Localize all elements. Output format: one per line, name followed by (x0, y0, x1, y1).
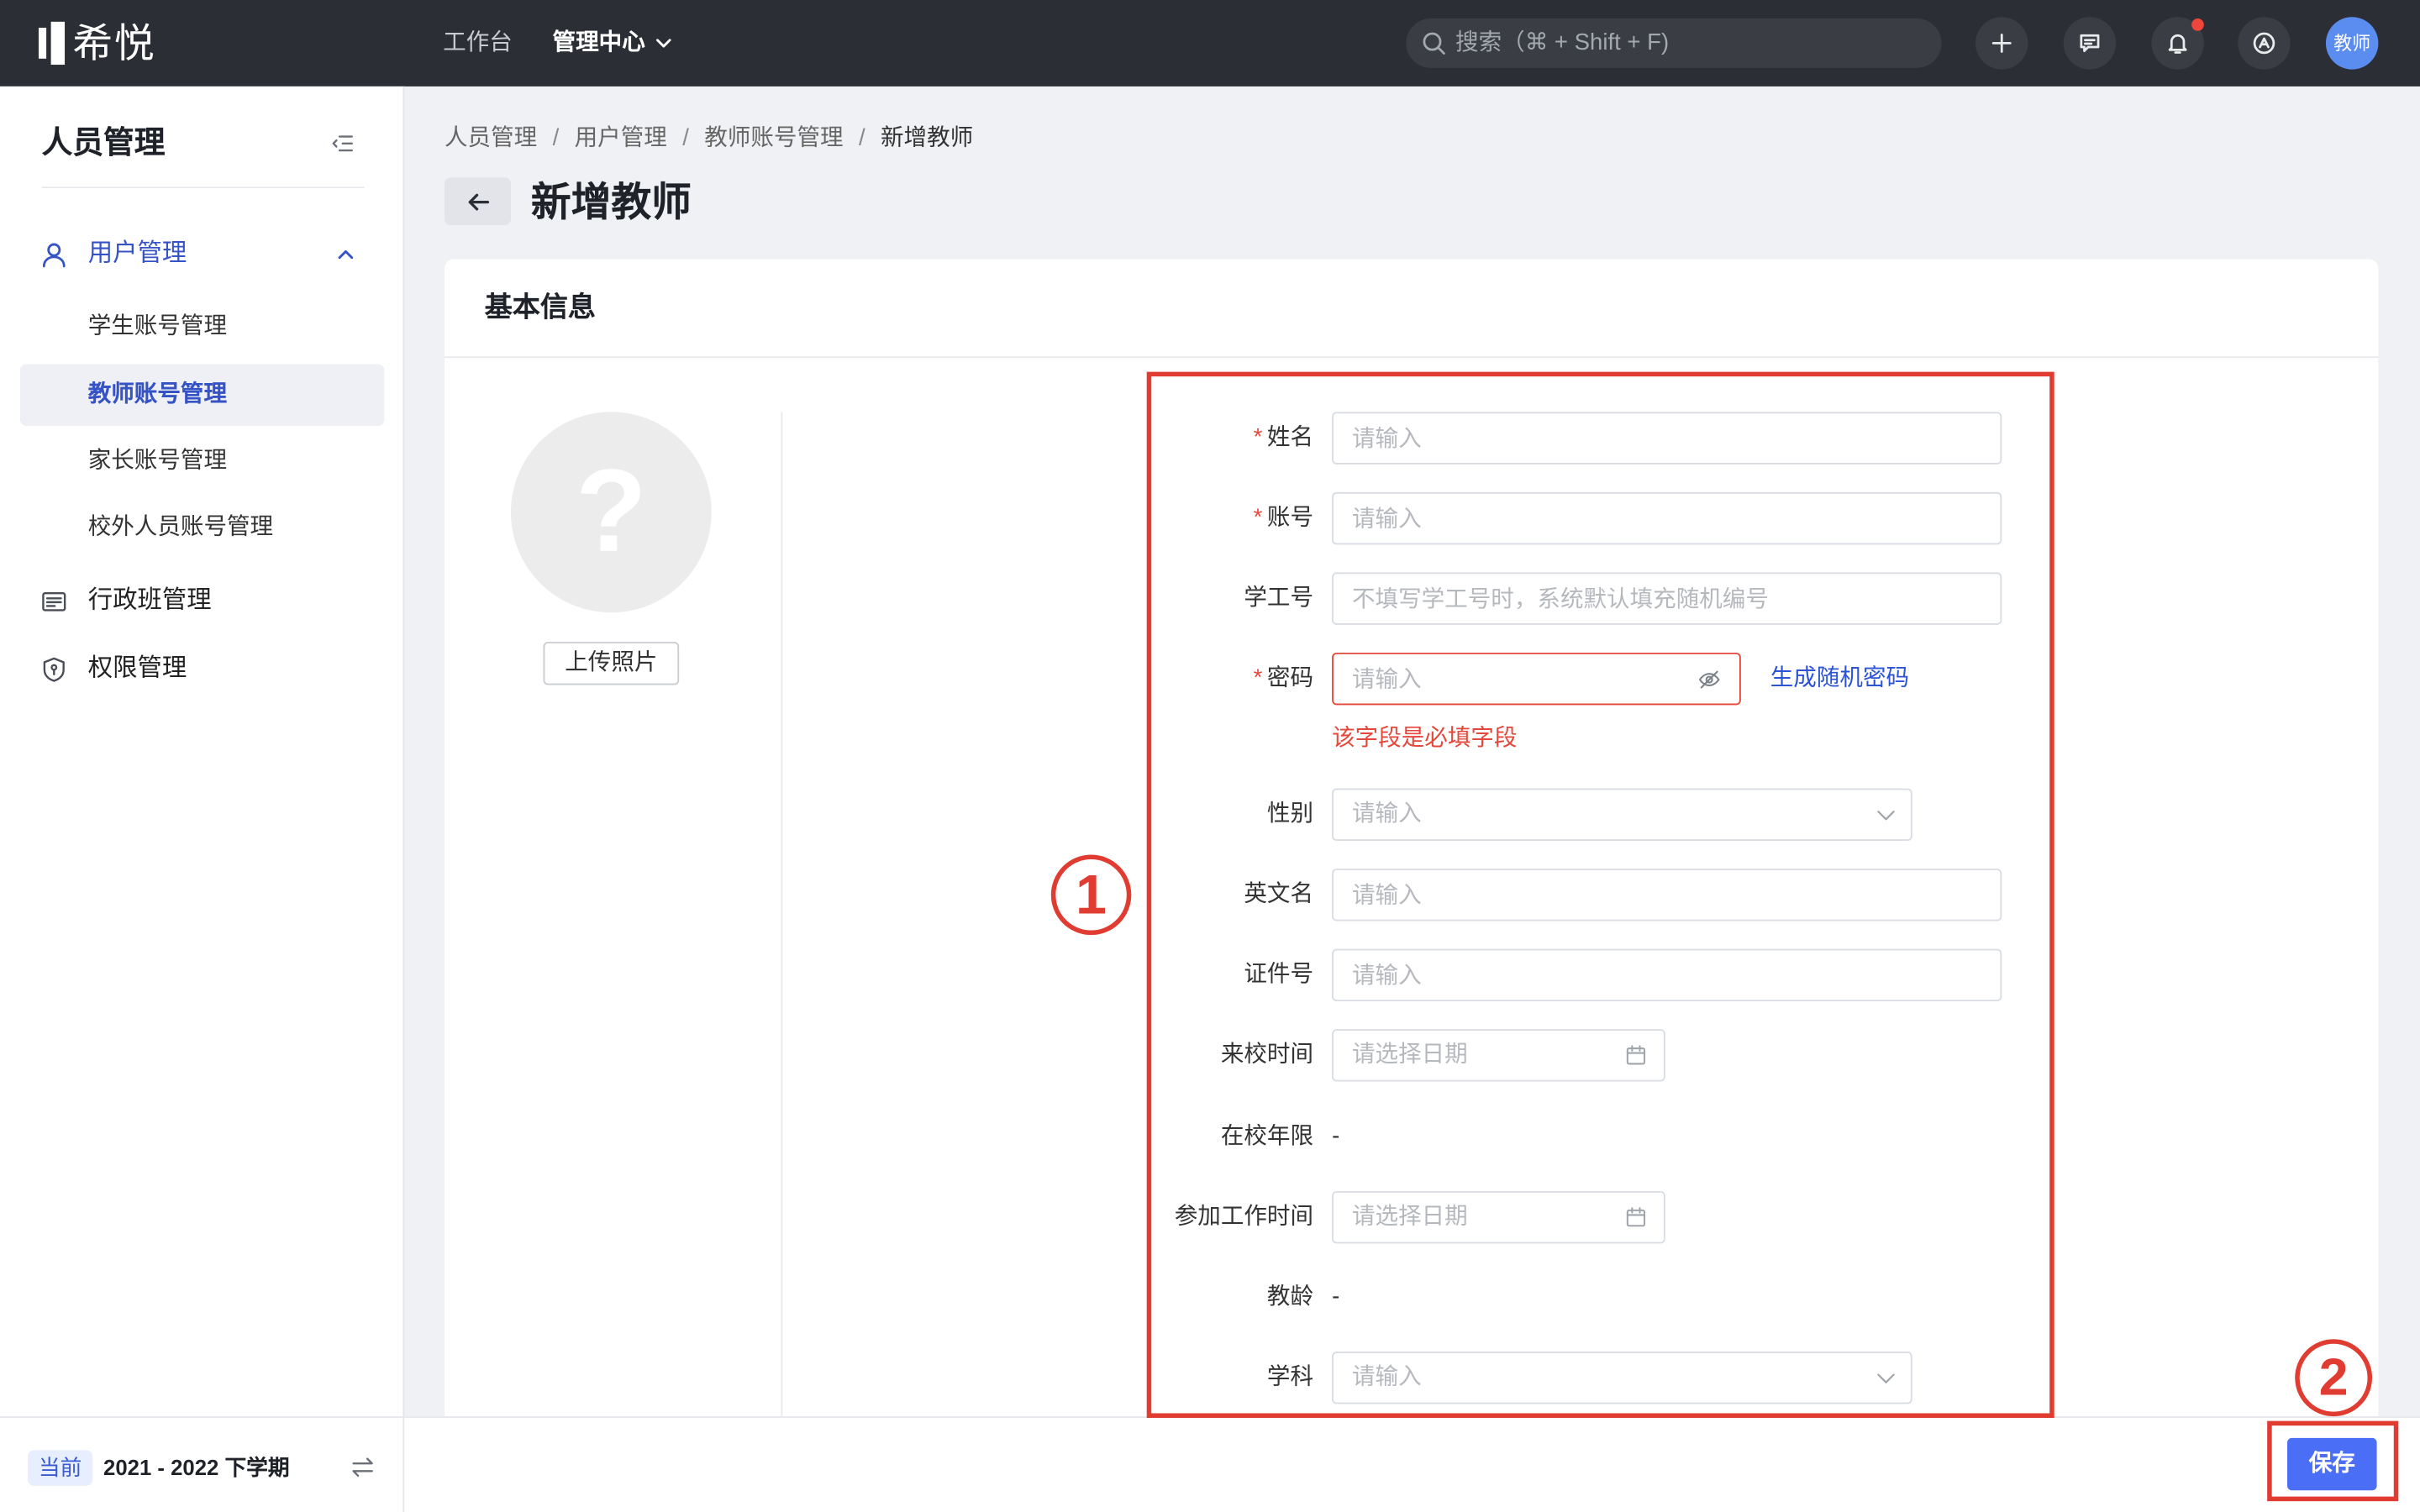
term-switcher: 当前 2021 - 2022 下学期 (0, 1416, 403, 1512)
sidebar-item-permissions[interactable]: 权限管理 (20, 638, 384, 700)
sidebar-item-external-accounts[interactable]: 校外人员账号管理 (20, 496, 384, 558)
messages-button[interactable] (2063, 17, 2117, 70)
page-title: 新增教师 (530, 179, 692, 226)
annotation-box-save (2267, 1420, 2399, 1502)
global-search[interactable]: 搜索（⌘ + Shift + F) (1406, 18, 1942, 68)
switch-term-button[interactable] (350, 1455, 375, 1479)
sidebar-divider (41, 186, 365, 189)
sidebar-item-student-accounts[interactable]: 学生账号管理 (20, 297, 384, 358)
logo-icon (38, 21, 66, 66)
current-term: 2021 - 2022 下学期 (103, 1455, 290, 1480)
sidebar-item-parent-accounts[interactable]: 家长账号管理 (20, 430, 384, 491)
bell-icon (2168, 34, 2187, 54)
current-term-badge: 当前 (28, 1450, 93, 1486)
breadcrumb-item[interactable]: 教师账号管理 (704, 123, 843, 155)
notification-dot (2191, 18, 2204, 31)
search-placeholder: 搜索（⌘ + Shift + F) (1455, 29, 1670, 56)
back-button[interactable] (444, 177, 511, 226)
upload-photo-button[interactable]: 上传照片 (543, 642, 680, 685)
collapse-menu-icon (332, 135, 353, 152)
arrow-left-icon (467, 192, 489, 210)
column-divider (781, 412, 783, 1512)
sidebar-item-label: 学生账号管理 (87, 312, 228, 340)
sidebar-item-label: 行政班管理 (87, 587, 212, 615)
breadcrumb-separator: / (858, 124, 865, 151)
message-icon (2080, 34, 2100, 52)
sidebar-item-label: 教师账号管理 (87, 381, 228, 407)
plus-icon (1991, 33, 2012, 53)
sidebar-item-label: 校外人员账号管理 (87, 513, 274, 540)
nav-admin-center-label: 管理中心 (552, 29, 645, 56)
sidebar-item-class-management[interactable]: 行政班管理 (20, 571, 384, 633)
sidebar-item-label: 用户管理 (87, 240, 187, 267)
breadcrumb-separator: / (552, 124, 560, 151)
form-footer: 保存 (404, 1416, 2420, 1512)
chevron-up-icon (336, 245, 355, 264)
user-avatar[interactable]: 教师 (2325, 17, 2379, 70)
sidebar-title: 人员管理 (41, 126, 166, 161)
sidebar-item-label: 家长账号管理 (87, 447, 228, 474)
identity-switch-icon (2253, 32, 2275, 55)
logo-text: 希悦 (72, 19, 156, 66)
sidebar: 人员管理 用户管理 学生账号管理 教师账号管理 家长账号管理 校外人员账号管理 (0, 86, 405, 1512)
create-button[interactable] (1975, 17, 2028, 70)
search-icon (1423, 32, 1445, 55)
nav-admin-center[interactable]: 管理中心 (553, 26, 673, 60)
sidebar-item-label: 权限管理 (87, 655, 187, 682)
sidebar-item-user-management[interactable]: 用户管理 (20, 223, 384, 285)
class-card-icon (40, 588, 68, 616)
identity-switch-button[interactable] (2238, 17, 2291, 70)
breadcrumb-item[interactable]: 人员管理 (445, 123, 537, 155)
annotation-marker-2: 2 (2295, 1339, 2373, 1417)
collapse-sidebar-button[interactable] (330, 131, 355, 155)
breadcrumb-separator: / (682, 124, 689, 151)
avatar-placeholder: ? (510, 412, 712, 613)
swap-icon (352, 1457, 373, 1478)
shield-icon (40, 656, 68, 684)
breadcrumb-current: 新增教师 (880, 124, 974, 151)
top-bar: 希悦 工作台 管理中心 搜索（⌘ + Shift + F) 教师 (0, 0, 2420, 87)
annotation-box-form (1146, 371, 2054, 1418)
card-title: 基本信息 (484, 291, 596, 323)
nav-workbench[interactable]: 工作台 (443, 26, 513, 60)
annotation-marker-1: 1 (1050, 854, 1132, 936)
breadcrumb: 人员管理 / 用户管理 / 教师账号管理 / 新增教师 (445, 123, 973, 155)
app-logo[interactable]: 希悦 (38, 17, 156, 69)
breadcrumb-item[interactable]: 用户管理 (575, 123, 667, 155)
app-root: 希悦 工作台 管理中心 搜索（⌘ + Shift + F) 教师 人员管理 用户… (0, 0, 2420, 1512)
sidebar-item-teacher-accounts[interactable]: 教师账号管理 (19, 364, 385, 426)
card-divider (444, 356, 2379, 359)
user-icon (40, 241, 68, 269)
chevron-down-icon (656, 39, 671, 48)
